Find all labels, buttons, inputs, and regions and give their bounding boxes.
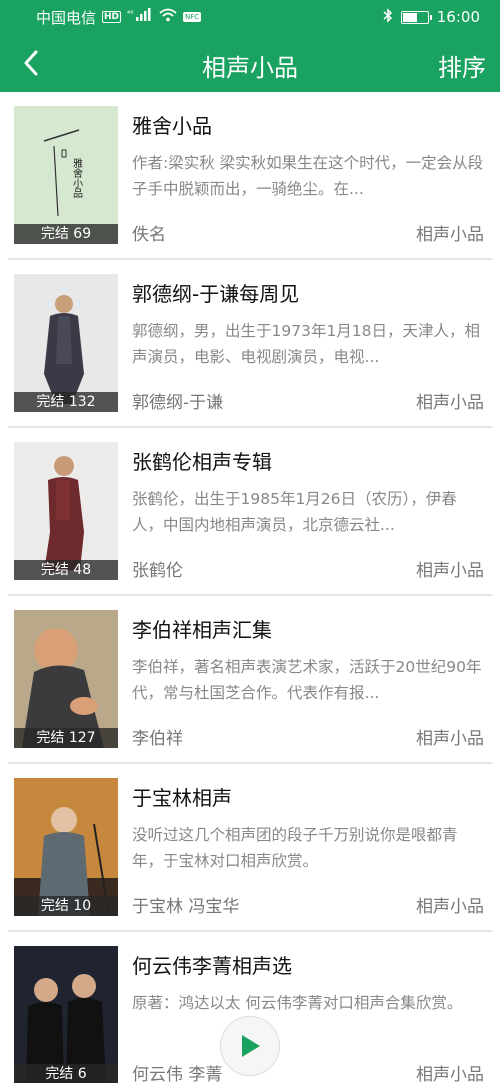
- item-title: 郭德纲-于谦每周见: [132, 282, 300, 306]
- list-item[interactable]: 完结 132 郭德纲-于谦每周见 郭德纲，男，出生于1973年1月18日，天津人…: [8, 260, 492, 428]
- item-description: 郭德纲，男，出生于1973年1月18日，天津人，相声演员，电影、电视剧演员，电视…: [132, 322, 481, 366]
- album-cover: 完结 10: [14, 778, 118, 916]
- item-description: 李伯祥，著名相声表演艺术家，活跃于20世纪90年代，常与杜国芝合作。代表作有报.…: [132, 658, 482, 702]
- bluetooth-icon: [383, 7, 393, 27]
- status-badge: 完结 69: [14, 224, 118, 244]
- app-header: 相声小品 排序: [0, 34, 500, 92]
- album-cover: 完结 6: [14, 946, 118, 1083]
- carrier-label: 中国电信: [36, 8, 97, 27]
- nfc-badge: NFC: [183, 12, 202, 22]
- item-category: 相声小品: [416, 225, 484, 245]
- item-category: 相声小品: [416, 1065, 484, 1083]
- wifi-icon: [159, 8, 177, 26]
- status-badge: 完结 10: [14, 896, 118, 916]
- item-title: 雅舍小品: [132, 114, 212, 138]
- item-description: 张鹤伦，出生于1985年1月26日（农历），伊春人，中国内地相声演员，北京德云社…: [132, 490, 457, 534]
- item-description: 没听过这几个相声团的段子千万别说你是哏都青年，于宝林对口相声欣赏。: [132, 826, 458, 870]
- player-button[interactable]: [220, 1016, 280, 1076]
- status-bar: 中国电信 HD ⁴⁶ NFC 16:00: [0, 0, 500, 34]
- status-badge: 完结 48: [14, 560, 118, 580]
- album-cover: 雅舍小品 完结 69: [14, 106, 118, 244]
- album-cover: 完结 127: [14, 610, 118, 748]
- signal-icon: ⁴⁶: [127, 8, 153, 26]
- album-cover: 完结 48: [14, 442, 118, 580]
- list-item[interactable]: 完结 127 李伯祥相声汇集 李伯祥，著名相声表演艺术家，活跃于20世纪90年代…: [8, 596, 492, 764]
- album-cover: 完结 132: [14, 274, 118, 412]
- battery-icon: [400, 10, 432, 24]
- svg-text:雅舍小品: 雅舍小品: [71, 157, 83, 199]
- item-title: 张鹤伦相声专辑: [132, 450, 272, 474]
- item-category: 相声小品: [416, 561, 484, 581]
- item-title: 于宝林相声: [132, 786, 232, 810]
- album-list: 雅舍小品 完结 69 雅舍小品 作者:梁实秋 梁实秋如果生在这个时代，一定会从段…: [0, 92, 500, 1083]
- item-author: 李伯祥: [132, 729, 183, 749]
- clock: 16:00: [436, 8, 480, 26]
- status-badge: 完结 127: [14, 728, 118, 748]
- hd-badge: HD: [102, 11, 122, 23]
- list-item[interactable]: 雅舍小品 完结 69 雅舍小品 作者:梁实秋 梁实秋如果生在这个时代，一定会从段…: [8, 92, 492, 260]
- item-category: 相声小品: [416, 729, 484, 749]
- item-description: 作者:梁实秋 梁实秋如果生在这个时代，一定会从段子手中脱颖而出，一骑绝尘。在..…: [132, 154, 484, 198]
- item-author: 佚名: [132, 225, 166, 245]
- item-title: 李伯祥相声汇集: [132, 618, 272, 642]
- status-badge: 完结 132: [14, 392, 118, 412]
- item-category: 相声小品: [416, 393, 484, 413]
- sort-button[interactable]: 排序: [438, 48, 486, 83]
- list-item[interactable]: 完结 48 张鹤伦相声专辑 张鹤伦，出生于1985年1月26日（农历），伊春人，…: [8, 428, 492, 596]
- page-title: 相声小品: [202, 54, 298, 82]
- item-description: 原著：鸿达以太 何云伟李菁对口相声合集欣赏。: [132, 994, 463, 1012]
- item-author: 郭德纲-于谦: [132, 393, 224, 413]
- item-author: 何云伟 李菁: [132, 1065, 223, 1083]
- status-badge: 完结 6: [14, 1064, 118, 1083]
- item-author: 张鹤伦: [132, 561, 183, 581]
- play-icon: [242, 1035, 260, 1057]
- item-title: 何云伟李菁相声选: [132, 954, 292, 978]
- item-author: 于宝林 冯宝华: [132, 897, 240, 917]
- list-item[interactable]: 完结 10 于宝林相声 没听过这几个相声团的段子千万别说你是哏都青年，于宝林对口…: [8, 764, 492, 932]
- svg-text:⁴⁶: ⁴⁶: [127, 9, 133, 18]
- item-category: 相声小品: [416, 897, 484, 917]
